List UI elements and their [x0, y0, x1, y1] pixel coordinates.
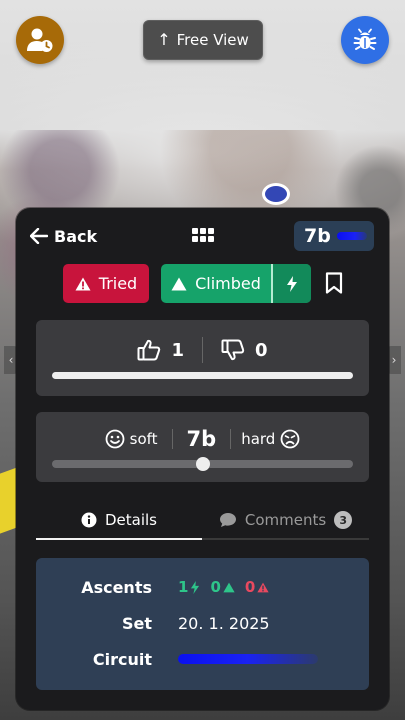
thumbs-down-icon	[221, 339, 245, 361]
climbed-label: Climbed	[195, 274, 261, 293]
circuit-row: Circuit	[36, 646, 369, 672]
mountain-icon	[171, 277, 187, 290]
tab-details-label: Details	[104, 511, 157, 529]
flash-ascents: 1	[178, 578, 200, 596]
thumbs-up-count: 1	[171, 339, 184, 361]
bookmark-button[interactable]	[325, 272, 347, 296]
circuit-label: Circuit	[92, 649, 152, 669]
rating-card: 1 0	[36, 320, 369, 396]
user-history-button[interactable]	[16, 16, 64, 64]
grade-label: 7b	[304, 225, 331, 247]
boulder-detail-panel: Back 7b Tried Climbed 1 0 soft 7b hard D…	[16, 208, 389, 710]
climbed-button-group: Climbed	[161, 264, 311, 303]
hard-label-group: hard	[241, 429, 300, 449]
soft-label-group: soft	[105, 429, 158, 449]
circuit-color-bar	[178, 654, 318, 664]
comments-count-badge: 3	[334, 511, 353, 529]
climbed-count: 0	[210, 578, 221, 596]
divider	[202, 337, 203, 363]
smile-icon	[105, 429, 125, 449]
bolt-icon	[287, 275, 297, 292]
difficulty-grade: 7b	[186, 427, 217, 451]
difficulty-vote-card: soft 7b hard	[36, 412, 369, 482]
climbed-button[interactable]: Climbed	[161, 264, 273, 303]
free-view-label: Free View	[176, 31, 249, 49]
tab-comments-label: Comments	[244, 511, 327, 529]
thumbs-up-button[interactable]: 1	[137, 339, 184, 361]
tab-comments[interactable]: Comments 3	[202, 502, 369, 540]
user-clock-icon	[27, 28, 53, 52]
panel-header: Back 7b	[16, 208, 389, 264]
bug-icon	[353, 28, 377, 50]
detail-tabs: Details Comments 3	[36, 502, 369, 542]
tab-details[interactable]: Details	[36, 502, 202, 540]
thumbs-down-count: 0	[255, 339, 268, 361]
soft-label: soft	[129, 430, 158, 448]
next-arrow[interactable]: ›	[387, 346, 401, 374]
report-bug-button[interactable]	[341, 16, 389, 64]
arrow-up-icon: ↑	[157, 30, 171, 49]
tried-ascents: 0	[245, 578, 269, 596]
climbed-ascents: 0	[210, 578, 235, 596]
tried-count: 0	[244, 578, 256, 596]
arrow-left-icon	[30, 228, 48, 244]
back-label: Back	[54, 226, 98, 246]
ascents-row: Ascents 1 0 0	[36, 574, 369, 600]
comment-icon	[219, 513, 236, 527]
divider	[230, 429, 232, 449]
circuit-color-swatch	[336, 232, 367, 240]
flash-count: 1	[178, 578, 189, 596]
details-section: Ascents 1 0 0 Set 20. 1. 2025 Circuit	[36, 558, 369, 690]
bolt-icon	[191, 580, 200, 594]
tried-label: Tried	[98, 274, 138, 293]
back-button[interactable]: Back	[30, 224, 97, 248]
tried-button[interactable]: Tried	[63, 264, 149, 303]
rating-ratio-bar	[52, 372, 353, 379]
free-view-button[interactable]: ↑ Free View	[143, 20, 263, 60]
frown-icon	[280, 429, 300, 449]
bookmark-icon	[325, 272, 343, 294]
set-label: Set	[121, 613, 152, 633]
hard-label: hard	[241, 430, 276, 448]
divider	[171, 429, 173, 449]
warning-triangle-icon	[75, 277, 91, 290]
ascent-actions: Tried Climbed	[16, 264, 389, 304]
grid-menu-icon[interactable]	[192, 228, 214, 244]
info-icon	[81, 512, 97, 528]
difficulty-slider[interactable]	[52, 457, 353, 471]
slider-thumb[interactable]	[195, 457, 210, 471]
set-date: 20. 1. 2025	[178, 613, 270, 633]
flash-button[interactable]	[273, 264, 311, 303]
set-row: Set 20. 1. 2025	[36, 610, 369, 636]
mountain-icon	[223, 582, 235, 592]
warning-triangle-icon	[257, 582, 269, 592]
ascents-label: Ascents	[81, 577, 152, 597]
thumbs-down-button[interactable]: 0	[221, 339, 268, 361]
thumbs-up-icon	[137, 339, 161, 361]
climbing-hold	[262, 183, 290, 205]
grade-badge: 7b	[294, 221, 374, 251]
